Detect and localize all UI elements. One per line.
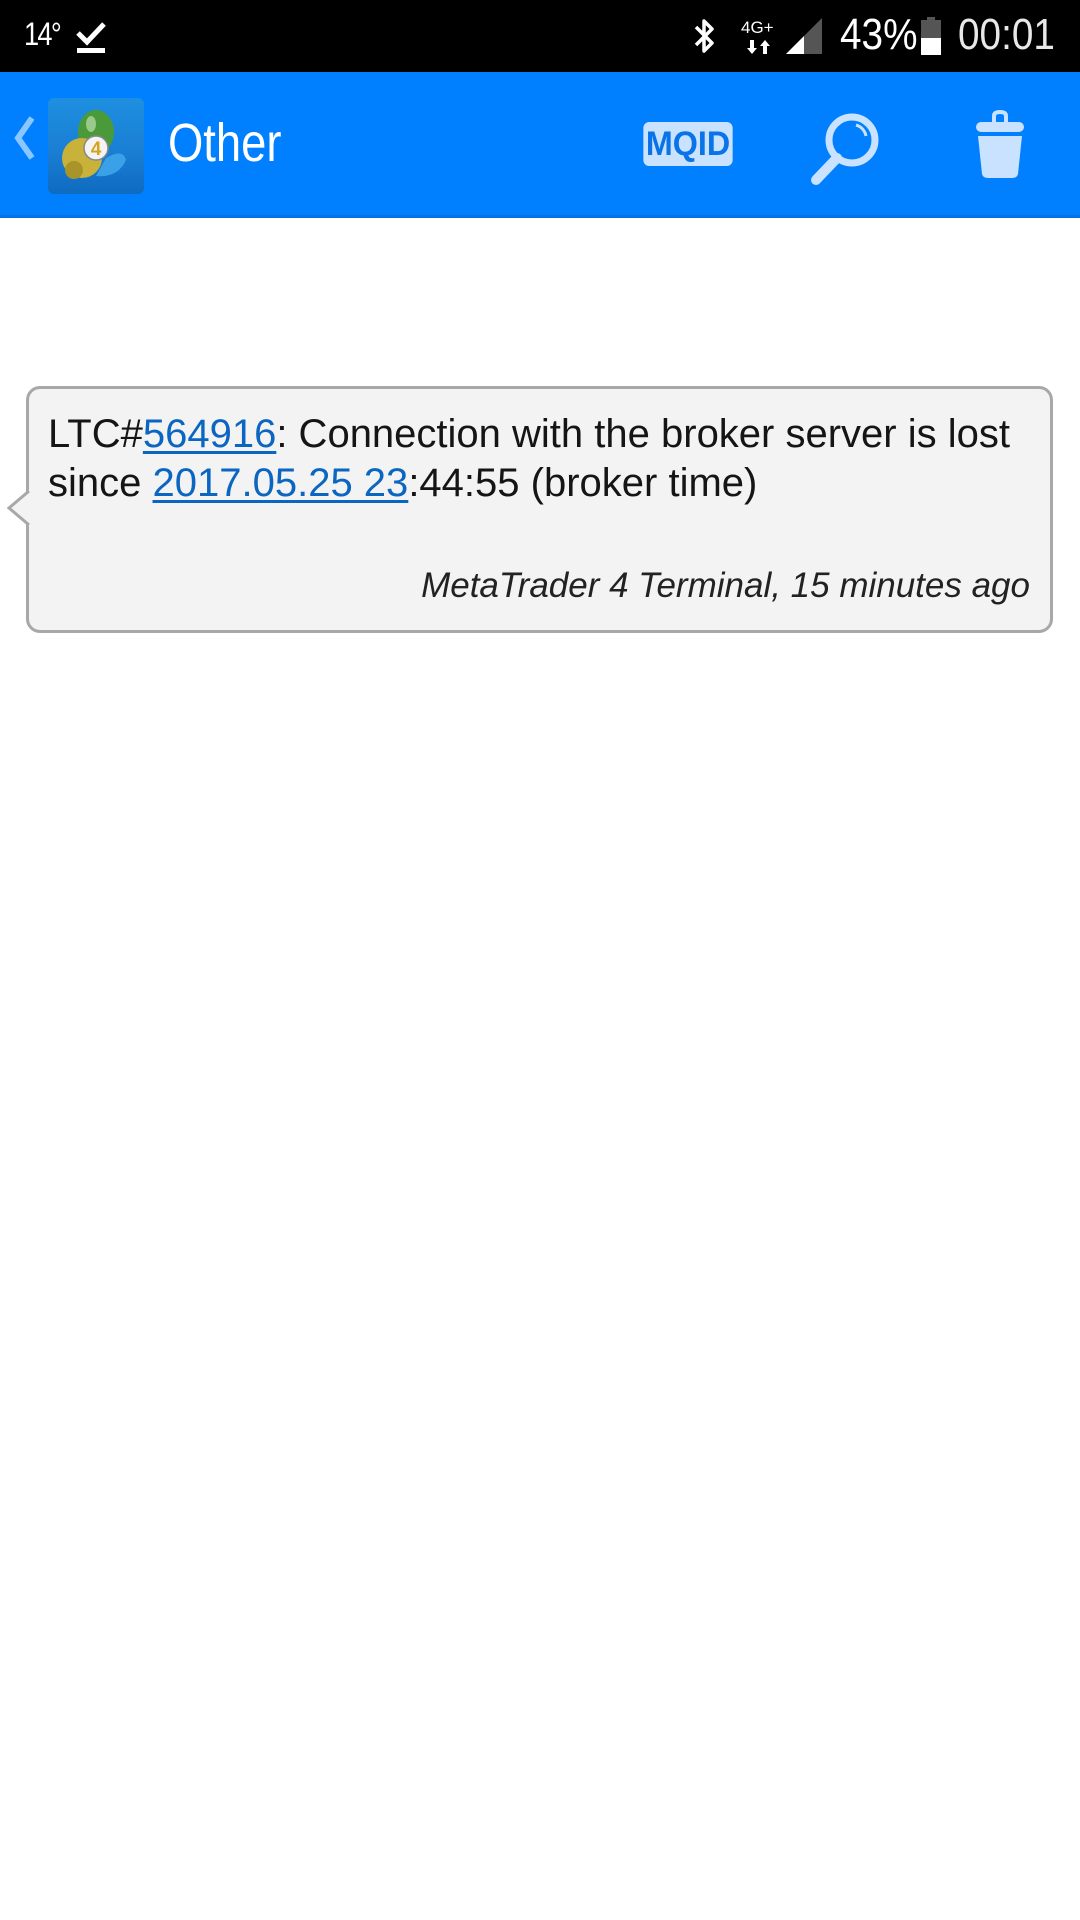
order-number-link[interactable]: 564916 [143, 412, 276, 456]
clock: 00:01 [958, 10, 1055, 59]
weather-temperature: 14° [24, 16, 62, 52]
search-icon[interactable] [808, 108, 884, 188]
network-4g-plus-icon: 4G+ [738, 16, 784, 56]
status-bar: 14° 4G+ 43% 00:01 [0, 0, 1080, 72]
message-text: LTC#564916: Connection with the broker s… [48, 410, 1038, 508]
metatrader-4-logo[interactable]: 4 [48, 98, 144, 194]
chevron-left-icon[interactable] [12, 116, 36, 160]
download-done-icon [76, 22, 106, 53]
page-title: Other [168, 113, 282, 173]
message-suffix: :44:55 (broker time) [408, 461, 758, 505]
mqid-button[interactable]: MQID [643, 122, 733, 166]
message-meta: MetaTrader 4 Terminal, 15 minutes ago [421, 566, 1030, 605]
message-prefix: LTC# [48, 412, 143, 456]
bluetooth-icon [694, 19, 714, 53]
network-label: 4G+ [741, 18, 774, 37]
signal-icon [786, 18, 822, 54]
battery-percent: 43% [840, 10, 918, 59]
app-bar: 4 Other MQID [0, 72, 1080, 218]
datetime-link[interactable]: 2017.05.25 23 [153, 461, 409, 505]
logo-number: 4 [91, 139, 102, 160]
battery-icon [921, 17, 941, 55]
bubble-pointer [6, 489, 30, 527]
trash-icon[interactable] [972, 110, 1028, 180]
